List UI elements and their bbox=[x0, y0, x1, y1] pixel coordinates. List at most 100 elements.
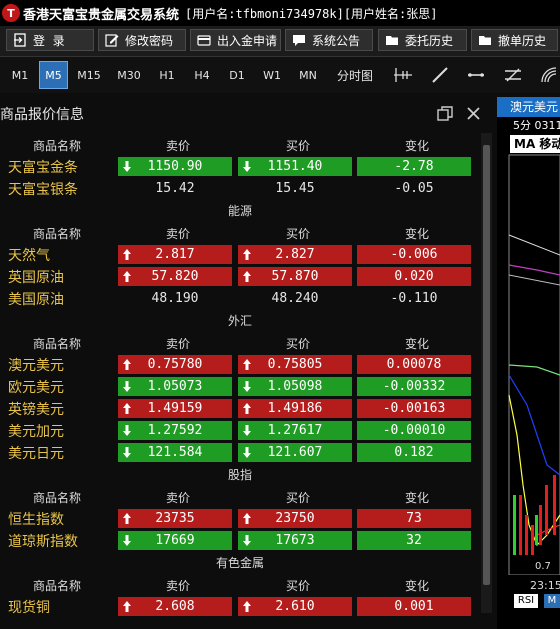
sell-price[interactable]: 2.608 bbox=[118, 597, 232, 616]
price-chart[interactable] bbox=[497, 135, 560, 575]
quote-row[interactable]: 英镑美元 1.49159 1.49186 -0.00163 bbox=[0, 397, 480, 419]
tf-w1[interactable]: W1 bbox=[259, 61, 285, 89]
buy-price[interactable]: 1151.40 bbox=[238, 157, 352, 176]
col-sell-header: 卖价 bbox=[166, 491, 191, 505]
sell-price-value: 23735 bbox=[155, 511, 195, 526]
chart-tab[interactable]: 澳元美元 bbox=[497, 97, 560, 117]
cancel-history-button[interactable]: 撤单历史 bbox=[471, 29, 558, 51]
sell-price-value: 2.817 bbox=[155, 247, 195, 262]
chart-period-label: 5分 0311 bbox=[497, 117, 560, 135]
change-password-button[interactable]: 修改密码 bbox=[98, 29, 186, 51]
sell-price-value: 1150.90 bbox=[147, 159, 203, 174]
sell-price[interactable]: 0.75780 bbox=[118, 355, 232, 374]
tf-m30[interactable]: M30 bbox=[113, 61, 145, 89]
buy-price-value: 48.240 bbox=[271, 291, 319, 306]
instrument-name: 英国原油 bbox=[8, 270, 64, 286]
buy-price-value: 1.49186 bbox=[267, 401, 323, 416]
login-button[interactable]: 登 录 bbox=[6, 29, 94, 51]
quote-row[interactable]: 天富宝银条 15.42 15.45 -0.05 bbox=[0, 177, 480, 199]
tf-tick-chart[interactable]: 分时图 bbox=[333, 61, 377, 89]
sell-price[interactable]: 2.817 bbox=[118, 245, 232, 264]
sell-price-value: 1.27592 bbox=[147, 423, 203, 438]
quote-row[interactable]: 天富宝金条 1150.90 1151.40 -2.78 bbox=[0, 155, 480, 177]
channel-tool-icon[interactable] bbox=[503, 66, 523, 84]
macd-tab[interactable]: M bbox=[544, 594, 560, 608]
quote-row[interactable]: 恒生指数 23735 23750 73 bbox=[0, 507, 480, 529]
sell-price[interactable]: 1.49159 bbox=[118, 399, 232, 418]
change-value: -2.78 bbox=[357, 157, 471, 176]
quote-row[interactable]: 英国原油 57.820 57.870 0.020 bbox=[0, 265, 480, 287]
sell-price[interactable]: 121.584 bbox=[118, 443, 232, 462]
restore-icon[interactable] bbox=[437, 106, 453, 122]
instrument-name: 美国原油 bbox=[8, 292, 64, 308]
tf-h1[interactable]: H1 bbox=[154, 61, 180, 89]
buy-price[interactable]: 2.610 bbox=[238, 597, 352, 616]
col-buy-header: 买价 bbox=[286, 491, 311, 505]
sell-price[interactable]: 48.190 bbox=[118, 289, 232, 308]
quote-row[interactable]: 道琼斯指数 17669 17673 32 bbox=[0, 529, 480, 551]
crosshair-icon[interactable] bbox=[393, 66, 413, 84]
buy-price[interactable]: 2.827 bbox=[238, 245, 352, 264]
buy-price[interactable]: 121.607 bbox=[238, 443, 352, 462]
buy-price[interactable]: 0.75805 bbox=[238, 355, 352, 374]
sell-price[interactable]: 23735 bbox=[118, 509, 232, 528]
sell-price-value: 57.820 bbox=[151, 269, 199, 284]
tf-m1[interactable]: M1 bbox=[6, 61, 34, 89]
announcement-button[interactable]: 系统公告 bbox=[285, 29, 373, 51]
login-label: 登 录 bbox=[33, 33, 65, 48]
buy-price[interactable]: 23750 bbox=[238, 509, 352, 528]
change-value: -0.00010 bbox=[357, 421, 471, 440]
tf-mn[interactable]: MN bbox=[294, 61, 322, 89]
fund-request-button[interactable]: 出入金申请 bbox=[190, 29, 281, 51]
buy-price[interactable]: 17673 bbox=[238, 531, 352, 550]
quote-row[interactable]: 美元加元 1.27592 1.27617 -0.00010 bbox=[0, 419, 480, 441]
announcement-label: 系统公告 bbox=[312, 33, 361, 48]
sell-price[interactable]: 57.820 bbox=[118, 267, 232, 286]
order-history-label: 委托历史 bbox=[405, 33, 454, 48]
scrollbar-thumb[interactable] bbox=[483, 145, 490, 585]
sell-price-value: 48.190 bbox=[151, 291, 199, 306]
buy-price[interactable]: 1.27617 bbox=[238, 421, 352, 440]
close-icon[interactable] bbox=[466, 106, 481, 121]
quote-row[interactable]: 天然气 2.817 2.827 -0.006 bbox=[0, 243, 480, 265]
quote-row[interactable]: 澳元美元 0.75780 0.75805 0.00078 bbox=[0, 353, 480, 375]
tf-h4[interactable]: H4 bbox=[189, 61, 215, 89]
up-arrow-icon bbox=[243, 249, 251, 260]
instrument-name: 澳元美元 bbox=[8, 358, 64, 374]
buy-price[interactable]: 1.49186 bbox=[238, 399, 352, 418]
time-label: 23:15 bbox=[530, 579, 560, 592]
sell-price[interactable]: 1150.90 bbox=[118, 157, 232, 176]
rsi-tab[interactable]: RSI bbox=[514, 594, 538, 608]
chart-window: 澳元美元 5分 0311 MA 移动 0.7 23:15 RSI M bbox=[497, 97, 560, 629]
sell-price[interactable]: 1.27592 bbox=[118, 421, 232, 440]
sell-price[interactable]: 15.42 bbox=[118, 179, 232, 198]
quote-row[interactable]: 美国原油 48.190 48.240 -0.110 bbox=[0, 287, 480, 309]
change-value: -0.05 bbox=[394, 181, 434, 196]
col-name-header: 商品名称 bbox=[33, 337, 82, 351]
sell-price[interactable]: 17669 bbox=[118, 531, 232, 550]
buy-price[interactable]: 48.240 bbox=[238, 289, 352, 308]
folder-icon bbox=[386, 36, 398, 45]
change-value: -0.00163 bbox=[357, 399, 471, 418]
fibonacci-arc-icon[interactable] bbox=[540, 66, 560, 84]
column-header-row: 商品名称 卖价 买价 变化 bbox=[0, 133, 480, 155]
horizontal-line-icon[interactable] bbox=[466, 66, 486, 84]
buy-price[interactable]: 1.05098 bbox=[238, 377, 352, 396]
tf-m5[interactable]: M5 bbox=[39, 61, 68, 89]
tf-m15[interactable]: M15 bbox=[74, 61, 104, 89]
up-arrow-icon bbox=[123, 601, 131, 612]
col-sell-header: 卖价 bbox=[166, 337, 191, 351]
quote-row[interactable]: 美元日元 121.584 121.607 0.182 bbox=[0, 441, 480, 463]
order-history-button[interactable]: 委托历史 bbox=[378, 29, 467, 51]
section-title: 有色金属 bbox=[215, 556, 264, 570]
tf-d1[interactable]: D1 bbox=[224, 61, 250, 89]
buy-price[interactable]: 15.45 bbox=[238, 179, 352, 198]
sell-price[interactable]: 1.05073 bbox=[118, 377, 232, 396]
buy-price[interactable]: 57.870 bbox=[238, 267, 352, 286]
quote-row[interactable]: 欧元美元 1.05073 1.05098 -0.00332 bbox=[0, 375, 480, 397]
line-tool-icon[interactable] bbox=[430, 66, 450, 84]
down-arrow-icon bbox=[123, 535, 131, 546]
down-arrow-icon bbox=[123, 381, 131, 392]
folder-icon bbox=[479, 36, 491, 45]
quote-row[interactable]: 现货铜 2.608 2.610 0.001 bbox=[0, 595, 480, 617]
